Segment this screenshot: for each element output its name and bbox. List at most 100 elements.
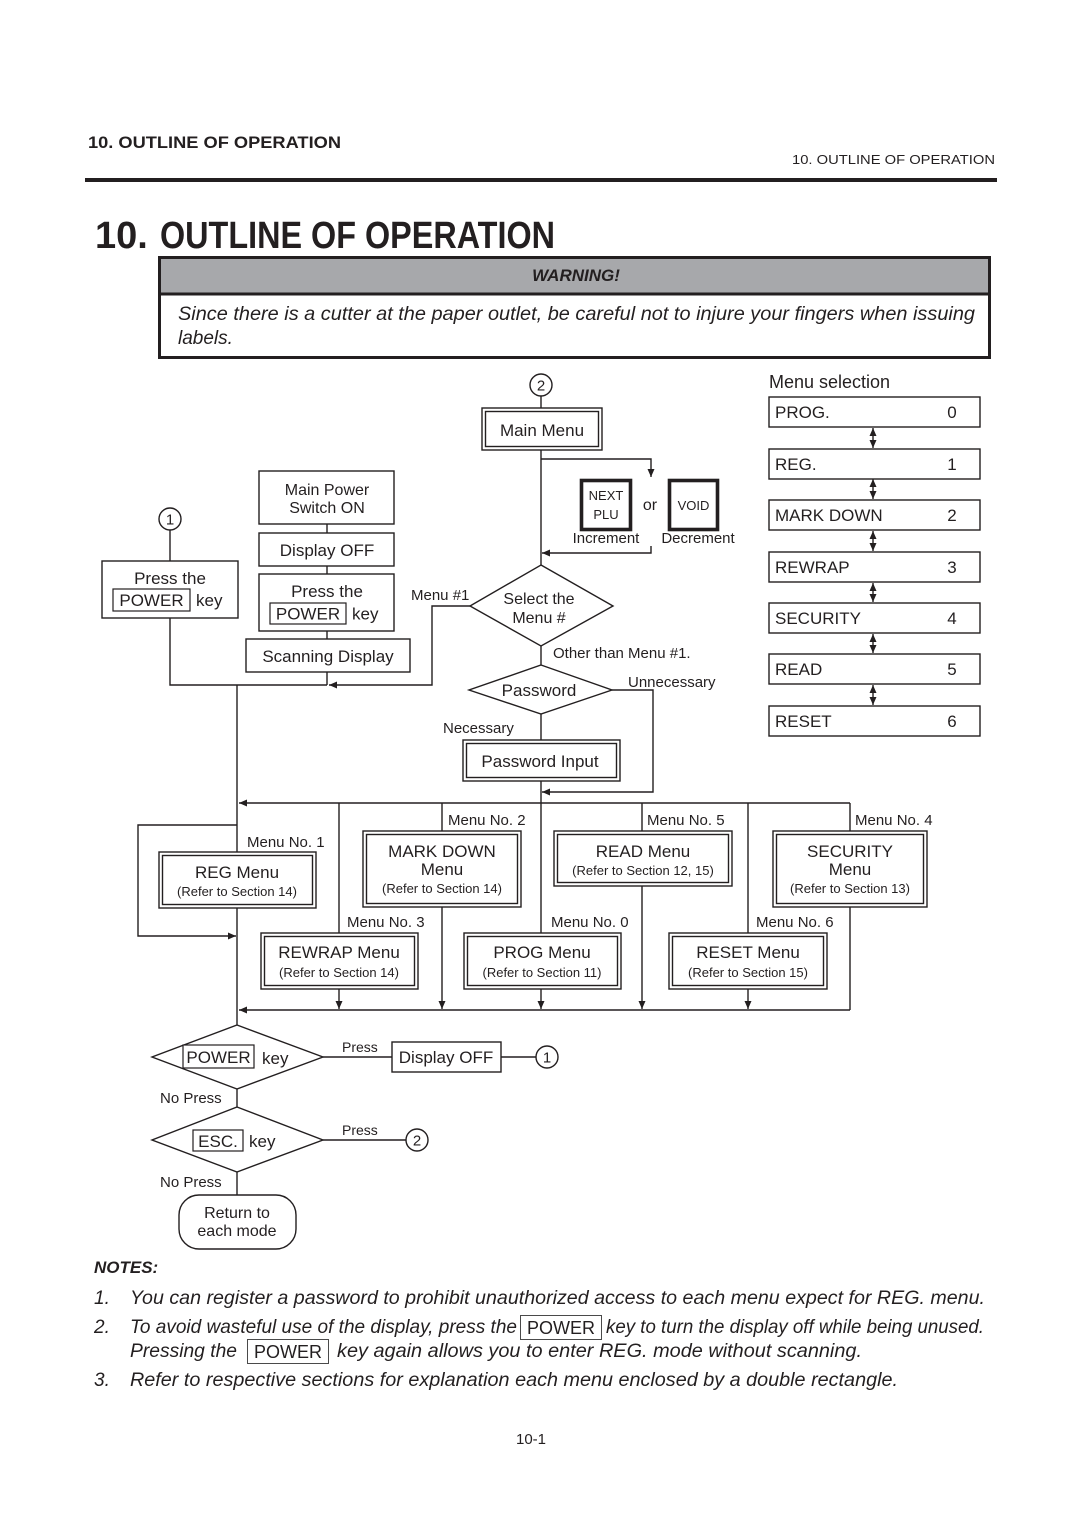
resume-press-power-box: Press the POWER key [101, 560, 239, 619]
read-menu-box: READ Menu (Refer to Section 12, 15) [553, 830, 733, 887]
note-text-line1-after: key to turn the display off while being … [606, 1317, 984, 1338]
return-line-1: Return to [204, 1205, 270, 1222]
void-label: VOID [678, 498, 710, 513]
menu-selection-item-label: RESET [775, 712, 832, 731]
manual-page: 10. OUTLINE OF OPERATION 10. OUTLINE OF … [0, 0, 1080, 1525]
connector-1-top: 1 [158, 507, 182, 531]
key-label: key [352, 605, 379, 624]
security-menu-box: SECURITY Menu (Refer to Section 13) [772, 830, 928, 908]
power-key-label: POWER [276, 605, 340, 624]
menu-number-label: Menu No. 3 [347, 914, 425, 931]
menu-selection-item: PROG. 0 [768, 396, 981, 428]
menu-selection-item: SECURITY 4 [768, 602, 981, 634]
select-menu-line-1: Select the [503, 591, 574, 608]
press-the-label: Press the [291, 582, 363, 601]
menu-reference: (Refer to Section 12, 15) [572, 863, 714, 878]
power-key-label: POWER [527, 1318, 595, 1338]
menu-selection-item-number: 5 [947, 660, 956, 679]
main-power-line-2: Switch ON [289, 500, 365, 517]
display-off-label: Display OFF [280, 541, 374, 560]
menu-title: PROG Menu [493, 943, 590, 962]
menu-number-label: Menu No. 6 [756, 914, 834, 931]
no-press-label: No Press [160, 1174, 222, 1191]
menu-selection-item-number: 3 [947, 558, 956, 577]
return-terminal: Return to each mode [178, 1194, 297, 1250]
menu-number-label: Menu No. 2 [448, 812, 526, 829]
menu1-branch-label: Menu #1 [411, 587, 469, 604]
main-power-line-1: Main Power [285, 482, 370, 499]
note-text: Refer to respective sections for explana… [130, 1370, 898, 1391]
press-label: Press [342, 1122, 378, 1138]
rewrap-menu-box: REWRAP Menu (Refer to Section 14) [260, 932, 419, 990]
power-key-label: POWER [186, 1048, 250, 1067]
return-line-2: each mode [197, 1223, 276, 1240]
no-press-label: No Press [160, 1090, 222, 1107]
menu-selection-item: MARK DOWN 2 [768, 499, 981, 531]
menu-selection-item: READ 5 [768, 653, 981, 685]
menu-title: READ Menu [596, 842, 690, 861]
connector-2-top: 2 [529, 373, 553, 397]
other-branch-label: Other than Menu #1. [553, 645, 691, 662]
menu-reference: (Refer to Section 14) [177, 884, 297, 899]
key-label: key [262, 1049, 289, 1068]
plu-label: PLU [593, 507, 618, 522]
note-item-2: 2. To avoid wasteful use of the display,… [93, 1315, 984, 1364]
menu-number-label: Menu No. 5 [647, 812, 725, 829]
reset-menu-box: RESET Menu (Refer to Section 15) [668, 932, 828, 990]
header-rule [85, 178, 997, 182]
page-number: 10-1 [516, 1431, 546, 1448]
menu-reference: (Refer to Section 11) [483, 965, 602, 980]
main-menu-box: Main Menu [481, 407, 603, 451]
main-power-switch-box: Main Power Switch ON [258, 470, 395, 525]
password-input-box: Password Input [462, 739, 621, 782]
menu-title-line-2: Menu [421, 860, 464, 879]
press-the-label: Press the [134, 569, 206, 588]
note-number: 1. [94, 1288, 110, 1309]
arrow-nav-keys-return [542, 546, 652, 557]
main-menu-label: Main Menu [500, 421, 584, 440]
nav-keys: NEXT PLU or VOID Increment Decrement [573, 478, 736, 547]
menu-title: RESET Menu [696, 943, 800, 962]
section-title: OUTLINE OF OPERATION [160, 215, 555, 257]
terminal-rounded-rect [178, 1194, 297, 1250]
connector-1-bottom: 1 [535, 1045, 559, 1069]
note-text-line1-before: To avoid wasteful use of the display, pr… [130, 1317, 517, 1338]
menu-reference: (Refer to Section 15) [688, 965, 808, 980]
menu-selection-item: RESET 6 [768, 705, 981, 737]
note-number: 2. [93, 1317, 110, 1338]
void-key: VOID [667, 478, 720, 532]
menu-selection-panel: Menu selection PROG. 0 REG. 1 MARK DOWN … [768, 372, 981, 737]
esc-key-decision: ESC. key [150, 1106, 325, 1173]
menu-reference: (Refer to Section 14) [279, 965, 399, 980]
press-label: Press [342, 1039, 378, 1055]
reg-menu-box: REG Menu (Refer to Section 14) [158, 851, 317, 909]
menu-selection-item-number: 2 [947, 506, 956, 525]
menu-number-label: Menu No. 1 [247, 834, 325, 851]
menu-selection-item: REWRAP 3 [768, 551, 981, 583]
power-key-label: POWER [254, 1342, 322, 1362]
warning-text-line-1: Since there is a cutter at the paper out… [178, 304, 975, 325]
exit-display-off-box: Display OFF [391, 1041, 502, 1073]
press-power-box: Press the POWER key [258, 573, 395, 632]
menu-number-label: Menu No. 0 [551, 914, 629, 931]
menu-selection-item-label: REWRAP [775, 558, 850, 577]
connector-2-bottom: 2 [405, 1128, 429, 1152]
warning-box: WARNING! Since there is a cutter at the … [158, 256, 991, 359]
unnecessary-label: Unnecessary [628, 674, 716, 691]
page-header: 10. OUTLINE OF OPERATION 10. OUTLINE OF … [85, 133, 997, 182]
note-number: 3. [94, 1370, 110, 1391]
mark-down-menu-box: MARK DOWN Menu (Refer to Section 14) [362, 830, 522, 908]
menu-reference: (Refer to Section 14) [382, 881, 502, 896]
esc-key-label: ESC. [198, 1132, 238, 1151]
connector-label: 2 [537, 378, 545, 395]
display-off-box: Display OFF [258, 532, 395, 567]
menu-reference: (Refer to Section 13) [790, 881, 910, 896]
running-title-left: 10. OUTLINE OF OPERATION [88, 133, 341, 152]
password-input-label: Password Input [481, 752, 598, 771]
warning-text-line-2: labels. [178, 328, 233, 349]
menu-title-line-1: MARK DOWN [388, 842, 496, 861]
menu-selection-item-label: READ [775, 660, 822, 679]
power-key-label: POWER [119, 591, 183, 610]
necessary-label: Necessary [443, 720, 514, 737]
menu-title: REG Menu [195, 863, 279, 882]
